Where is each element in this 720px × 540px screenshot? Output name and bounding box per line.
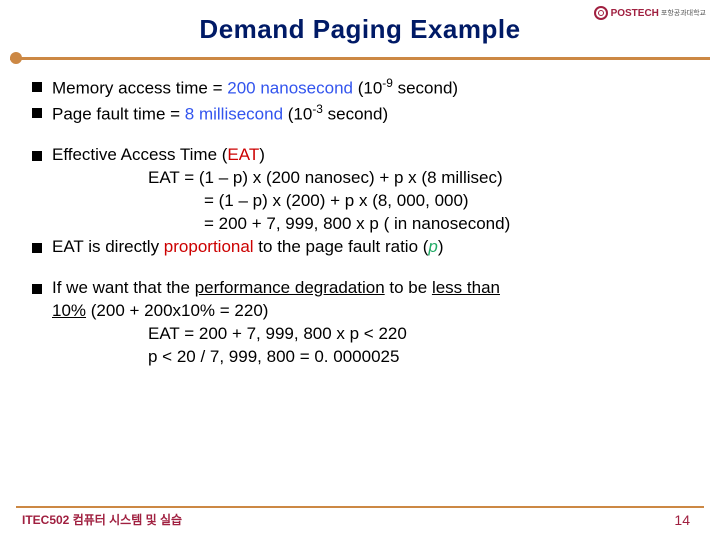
text: (10 <box>283 104 312 123</box>
bullet-icon <box>32 243 42 253</box>
text: ) <box>259 145 265 164</box>
text: (200 + 200x10% = 220) <box>86 301 268 320</box>
text: second) <box>323 104 388 123</box>
footer-rule <box>16 506 704 508</box>
underline-text: 10% <box>52 301 86 320</box>
text: ) <box>438 237 444 256</box>
text: to be <box>385 278 432 297</box>
underline-text: performance degradation <box>195 278 385 297</box>
eat-formula-line-2: = (1 – p) x (200) + p x (8, 000, 000) <box>32 190 688 213</box>
variable-p: p <box>428 237 437 256</box>
bullet-page-fault: Page fault time = 8 millisecond (10-3 se… <box>32 101 688 127</box>
seal-icon <box>594 6 608 20</box>
bullet-icon <box>32 82 42 92</box>
degradation-calc-line-1: EAT = 200 + 7, 999, 800 x p < 220 <box>32 323 688 346</box>
bullet-icon <box>32 108 42 118</box>
slide-content: Memory access time = 200 nanosecond (10-… <box>0 65 720 369</box>
text: Memory access time = <box>52 79 227 98</box>
text: to the page fault ratio ( <box>254 237 429 256</box>
logo-text: POSTECH <box>611 8 659 19</box>
bullet-memory-access: Memory access time = 200 nanosecond (10-… <box>32 75 688 101</box>
bullet-icon <box>32 284 42 294</box>
bullet-degradation: If we want that the performance degradat… <box>32 277 688 323</box>
eat-formula-line-3: = 200 + 7, 999, 800 x p ( in nanosecond) <box>32 213 688 236</box>
text: If we want that the <box>52 278 195 297</box>
value: 8 millisecond <box>185 104 283 123</box>
degradation-calc-line-2: p < 20 / 7, 999, 800 = 0. 0000025 <box>32 346 688 369</box>
brand-logo: POSTECH 포항공과대학교 <box>594 6 706 20</box>
text: EAT is directly <box>52 237 164 256</box>
text: Page fault time = <box>52 104 185 123</box>
emphasis-proportional: proportional <box>164 237 254 256</box>
logo-subtext: 포항공과대학교 <box>661 8 706 18</box>
eat-label: EAT <box>227 145 259 164</box>
exponent: -9 <box>382 76 393 90</box>
footer-course-code: ITEC502 컴퓨터 시스템 및 실습 <box>22 511 182 528</box>
title-rule <box>0 51 720 65</box>
bullet-icon <box>32 151 42 161</box>
exponent: -3 <box>312 102 323 116</box>
text: (10 <box>353 79 382 98</box>
footer-page-number: 14 <box>674 512 690 528</box>
bullet-eat-heading: Effective Access Time (EAT) <box>32 144 688 167</box>
underline-text: less than <box>432 278 500 297</box>
bullet-proportional: EAT is directly proportional to the page… <box>32 236 688 259</box>
text: second) <box>393 79 458 98</box>
eat-formula-line-1: EAT = (1 – p) x (200 nanosec) + p x (8 m… <box>32 167 688 190</box>
text: Effective Access Time ( <box>52 145 227 164</box>
value: 200 nanosecond <box>227 79 353 98</box>
